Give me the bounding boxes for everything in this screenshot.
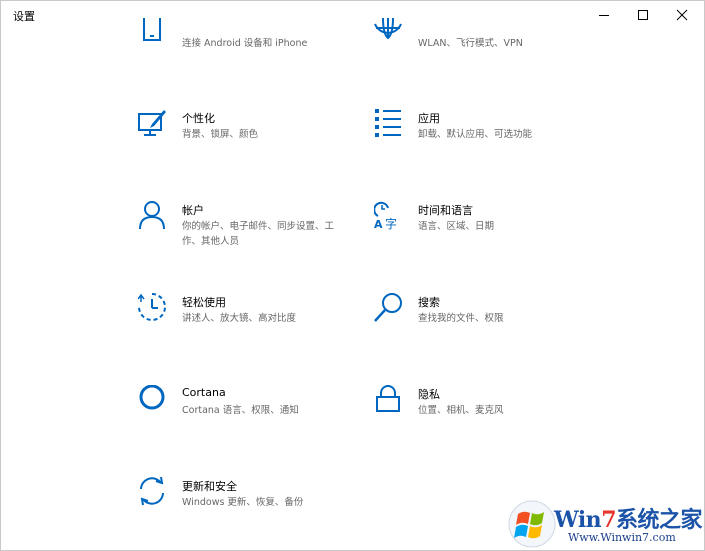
watermark-brand: Win7系统之家 <box>554 502 703 534</box>
tile-title: 搜索 <box>418 296 440 309</box>
person-icon <box>138 201 168 231</box>
search-icon <box>374 293 404 323</box>
tile-desc: 背景、锁屏、颜色 <box>182 129 259 140</box>
windows-logo-icon <box>506 498 558 550</box>
watermark-brand-suffix: 系统之家 <box>616 507 703 533</box>
tile-network[interactable]: WLAN、飞行模式、VPN <box>374 18 604 78</box>
tile-desc: 连接 Android 设备和 iPhone <box>182 38 308 49</box>
tile-desc: 讲述人、放大镜、高对比度 <box>182 313 297 324</box>
sync-icon <box>138 477 168 507</box>
maximize-icon <box>638 10 648 20</box>
tile-privacy[interactable]: 隐私 位置、相机、麦克风 <box>374 385 604 445</box>
svg-text:A: A <box>374 218 383 231</box>
window-title: 设置 <box>13 10 35 23</box>
tile-desc: Cortana 语言、权限、通知 <box>182 405 299 416</box>
tile-accounts[interactable]: 帐户 你的帐户、电子邮件、同步设置、工作、其他人员 <box>138 201 368 261</box>
tile-title: 个性化 <box>182 112 215 125</box>
tile-apps[interactable]: 应用 卸载、默认应用、可选功能 <box>374 109 604 169</box>
watermark-brand-prefix: Win <box>554 507 602 533</box>
watermark: Win7系统之家 Www.Winwin7.com <box>506 498 703 550</box>
globe-icon <box>374 18 404 48</box>
tile-desc: WLAN、飞行模式、VPN <box>418 38 523 49</box>
tile-title: 更新和安全 <box>182 480 237 493</box>
cortana-icon <box>138 385 168 415</box>
tile-desc: 位置、相机、麦克风 <box>418 405 504 416</box>
maximize-button[interactable] <box>625 1 661 29</box>
time-language-icon: A字 <box>374 201 404 231</box>
phone-icon <box>138 18 168 48</box>
tile-ease-of-access[interactable]: 轻松使用 讲述人、放大镜、高对比度 <box>138 293 368 353</box>
apps-list-icon <box>374 109 404 139</box>
tile-personalization[interactable]: 个性化 背景、锁屏、颜色 <box>138 109 368 169</box>
ease-of-access-icon <box>138 293 168 323</box>
tile-desc: 查找我的文件、权限 <box>418 313 504 324</box>
tile-title: 轻松使用 <box>182 296 226 309</box>
svg-text:字: 字 <box>385 216 397 231</box>
lock-icon <box>374 385 404 415</box>
tile-title: Cortana <box>182 386 226 399</box>
tile-desc: 你的帐户、电子邮件、同步设置、工作、其他人员 <box>182 221 335 247</box>
tile-title: 隐私 <box>418 388 440 401</box>
tile-title: 时间和语言 <box>418 204 473 217</box>
tile-title: 应用 <box>418 112 440 125</box>
tile-title: 帐户 <box>182 204 204 217</box>
tile-search[interactable]: 搜索 查找我的文件、权限 <box>374 293 604 353</box>
watermark-brand-seven: 7 <box>601 507 616 533</box>
watermark-url: Www.Winwin7.com <box>568 531 676 544</box>
tile-desc: 卸载、默认应用、可选功能 <box>418 129 533 140</box>
personalization-icon <box>138 109 168 139</box>
settings-window: 设置 连接 Android 设备和 iPhone WLAN、飞行模式、VPN 个… <box>0 0 705 551</box>
tile-time-language[interactable]: A字 时间和语言 语言、区域、日期 <box>374 201 604 261</box>
tile-cortana[interactable]: Cortana Cortana 语言、权限、通知 <box>138 385 368 445</box>
tile-desc: 语言、区域、日期 <box>418 221 495 232</box>
tile-update-security[interactable]: 更新和安全 Windows 更新、恢复、备份 <box>138 477 368 537</box>
tile-phone[interactable]: 连接 Android 设备和 iPhone <box>138 18 368 78</box>
close-icon <box>676 9 688 21</box>
tile-desc: Windows 更新、恢复、备份 <box>182 497 304 508</box>
close-button[interactable] <box>664 1 700 29</box>
